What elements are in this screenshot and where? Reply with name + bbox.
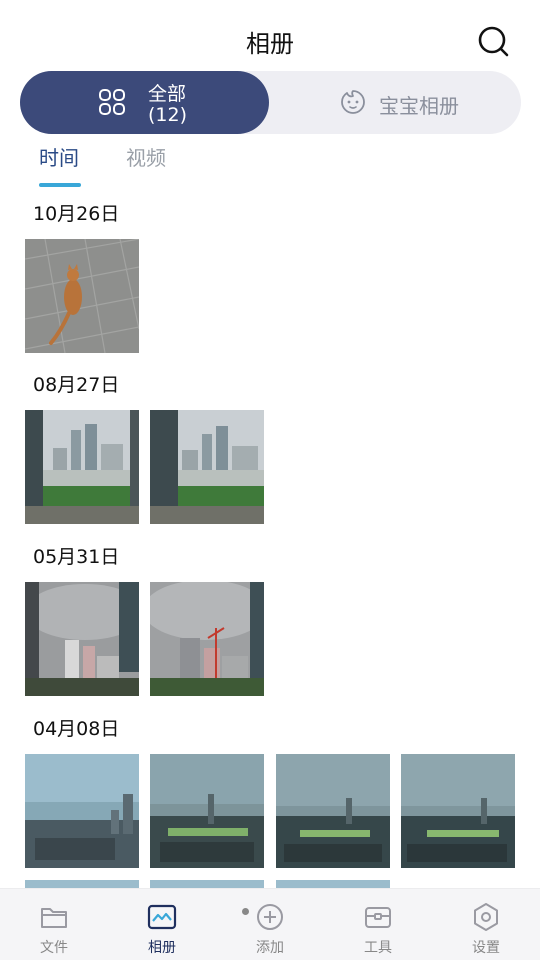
grid-icon [98, 88, 126, 116]
nav-add[interactable]: 添加 [216, 889, 324, 960]
segment-baby-album[interactable]: 宝宝相册 [269, 71, 521, 134]
photo-thumbnail[interactable] [25, 754, 139, 868]
date-header: 04月08日 [33, 718, 120, 740]
top-bar: 相册 [0, 0, 540, 72]
bottom-nav: 文件 相册 添加 工具 设置 [0, 888, 540, 960]
settings-icon [474, 903, 498, 931]
nav-settings[interactable]: 设置 [432, 889, 540, 960]
photo-thumbnail[interactable] [25, 582, 139, 696]
photo-thumbnail[interactable] [150, 582, 264, 696]
folder-icon [41, 908, 67, 928]
toolbox-icon [365, 907, 391, 928]
segment-all[interactable]: 全部 (12) [20, 71, 269, 134]
nav-files[interactable]: 文件 [0, 889, 108, 960]
active-tab-indicator [39, 183, 81, 187]
add-icon [257, 904, 283, 930]
album-icon [147, 904, 177, 930]
photo-thumbnail[interactable] [150, 410, 264, 524]
nav-album[interactable]: 相册 [108, 889, 216, 960]
photo-thumbnail-partial[interactable] [276, 880, 390, 888]
segment-all-label: 全部 [148, 83, 187, 105]
segment-baby-label: 宝宝相册 [379, 94, 459, 118]
date-header: 08月27日 [33, 374, 120, 396]
tab-time[interactable]: 时间 [39, 142, 79, 171]
photo-thumbnail-partial[interactable] [150, 880, 264, 888]
page-title: 相册 [246, 30, 294, 58]
date-header: 05月31日 [33, 546, 120, 568]
photo-thumbnail[interactable] [401, 754, 515, 868]
photo-thumbnail[interactable] [25, 239, 139, 353]
indicator-dot [242, 908, 249, 915]
photo-thumbnail[interactable] [276, 754, 390, 868]
nav-tools[interactable]: 工具 [324, 889, 432, 960]
nav-album-label: 相册 [148, 940, 176, 956]
nav-settings-label: 设置 [472, 940, 500, 956]
tab-video[interactable]: 视频 [126, 142, 166, 171]
album-segment-control: 全部 (12) 宝宝相册 [20, 71, 521, 134]
segment-all-count: (12) [148, 104, 188, 126]
photo-thumbnail-partial[interactable] [25, 880, 139, 888]
nav-add-label: 添加 [256, 940, 284, 956]
nav-tools-label: 工具 [364, 940, 392, 956]
view-tabs: 时间 视频 [0, 138, 540, 188]
photo-thumbnail[interactable] [150, 754, 264, 868]
baby-face-icon [339, 88, 367, 116]
photo-thumbnail[interactable] [25, 410, 139, 524]
date-header: 10月26日 [33, 203, 120, 225]
nav-files-label: 文件 [40, 940, 68, 956]
search-icon[interactable] [474, 22, 514, 62]
